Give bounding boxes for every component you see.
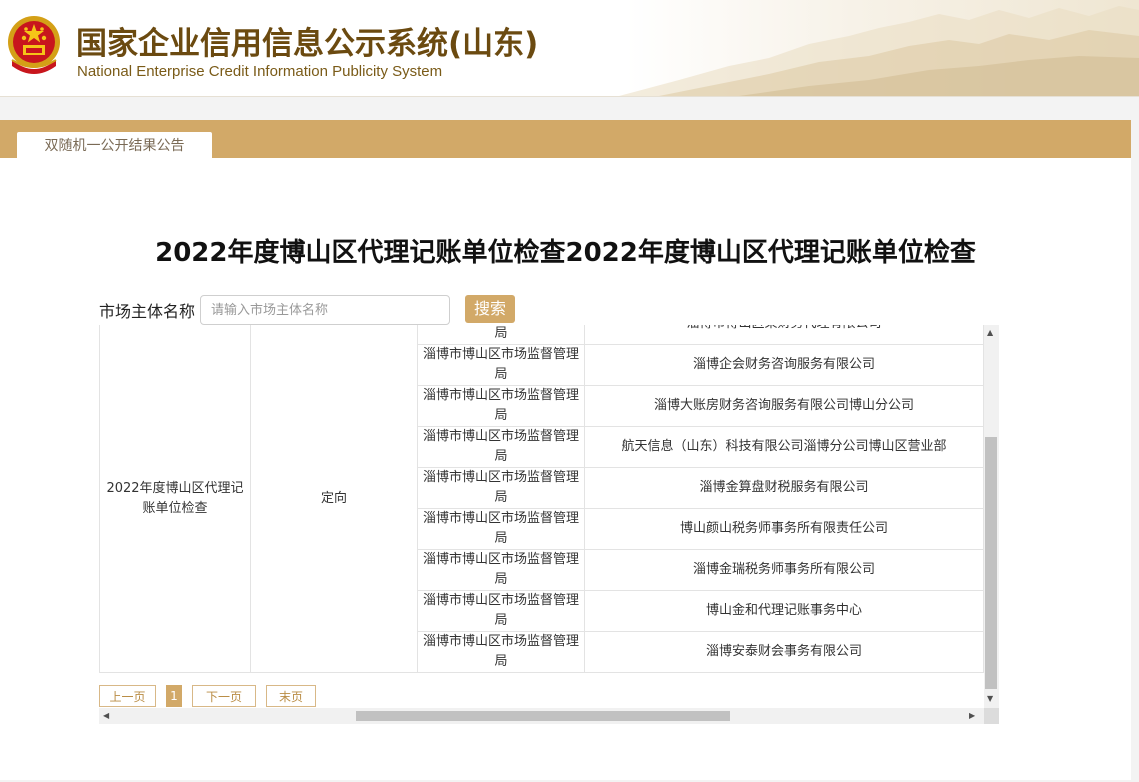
inspection-dept-cell: 淄博市博山区市场监督管理局 [417, 344, 585, 386]
mountain-landscape-decoration [619, 6, 1139, 96]
inspection-dept-cell: 淄博市博山区市场监督管理局 [417, 631, 585, 673]
results-table-viewport: 2022年度博山区代理记账单位检查定向淄博市博山区市场监督管理局淄博市博山区某财… [99, 325, 984, 708]
inspection-dept-cell: 淄博市博山区市场监督管理局 [417, 549, 585, 591]
page-title: 2022年度博山区代理记账单位检查2022年度博山区代理记账单位检查 [155, 238, 976, 268]
last-page-button[interactable]: 末页 [266, 685, 316, 707]
scroll-down-arrow-icon[interactable]: ▼ [987, 695, 993, 703]
table-row: 2022年度博山区代理记账单位检查定向淄博市博山区市场监督管理局淄博市博山区某财… [99, 325, 984, 673]
inspection-dept-cell: 淄博市博山区市场监督管理局 [417, 467, 585, 509]
company-name-cell: 博山金和代理记账事务中心 [584, 590, 984, 632]
prev-page-button[interactable]: 上一页 [99, 685, 156, 707]
scroll-left-arrow-icon[interactable]: ◀ [103, 712, 109, 720]
site-title: 国家企业信用信息公示系统(山东) [76, 26, 539, 62]
horizontal-scrollbar[interactable]: ◀ ▶ [99, 708, 999, 724]
site-subtitle: National Enterprise Credit Information P… [77, 63, 443, 80]
company-name-cell: 淄博大账房财务咨询服务有限公司博山分公司 [584, 385, 984, 427]
task-name-cell: 2022年度博山区代理记账单位检查 [99, 325, 251, 673]
inspection-dept-cell: 淄博市博山区市场监督管理局 [417, 590, 585, 632]
search-label: 市场主体名称 [99, 302, 196, 321]
inspection-dept-cell: 淄博市博山区市场监督管理局 [417, 385, 585, 427]
company-name-cell: 淄博金瑞税务师事务所有限公司 [584, 549, 984, 591]
horizontal-scroll-thumb[interactable] [356, 711, 730, 721]
company-name-cell: 淄博金算盘财税服务有限公司 [584, 467, 984, 509]
inspection-dept-cell: 淄博市博山区市场监督管理局 [417, 508, 585, 550]
company-name-cell: 航天信息（山东）科技有限公司淄博分公司博山区营业部 [584, 426, 984, 468]
inspection-dept-cell: 淄博市博山区市场监督管理局 [417, 325, 585, 345]
current-page-indicator[interactable]: 1 [166, 685, 182, 707]
company-name-cell: 淄博企会财务咨询服务有限公司 [584, 344, 984, 386]
company-name-cell: 博山颜山税务师事务所有限责任公司 [584, 508, 984, 550]
scrollbar-corner [984, 708, 999, 724]
search-button[interactable]: 搜索 [465, 295, 515, 323]
search-input[interactable] [200, 295, 450, 325]
tab-bar: 双随机一公开结果公告 [0, 120, 1131, 158]
company-name-cell: 淄博市博山区某财务代理有限公司 [584, 325, 984, 345]
task-type-cell: 定向 [250, 325, 418, 673]
site-header: 国家企业信用信息公示系统(山东) National Enterprise Cre… [0, 0, 1139, 97]
vertical-scroll-thumb[interactable] [985, 437, 997, 689]
tab-random-inspection-results[interactable]: 双随机一公开结果公告 [17, 132, 212, 158]
scroll-right-arrow-icon[interactable]: ▶ [969, 712, 975, 720]
national-emblem-icon [8, 16, 60, 74]
vertical-scrollbar[interactable]: ▲ ▼ [984, 325, 999, 708]
next-page-button[interactable]: 下一页 [192, 685, 256, 707]
results-table: 2022年度博山区代理记账单位检查定向淄博市博山区市场监督管理局淄博市博山区某财… [99, 325, 984, 673]
pagination: 上一页 1 下一页 末页 [99, 685, 984, 707]
company-name-cell: 淄博安泰财会事务有限公司 [584, 631, 984, 673]
scroll-up-arrow-icon[interactable]: ▲ [987, 329, 993, 337]
inspection-dept-cell: 淄博市博山区市场监督管理局 [417, 426, 585, 468]
